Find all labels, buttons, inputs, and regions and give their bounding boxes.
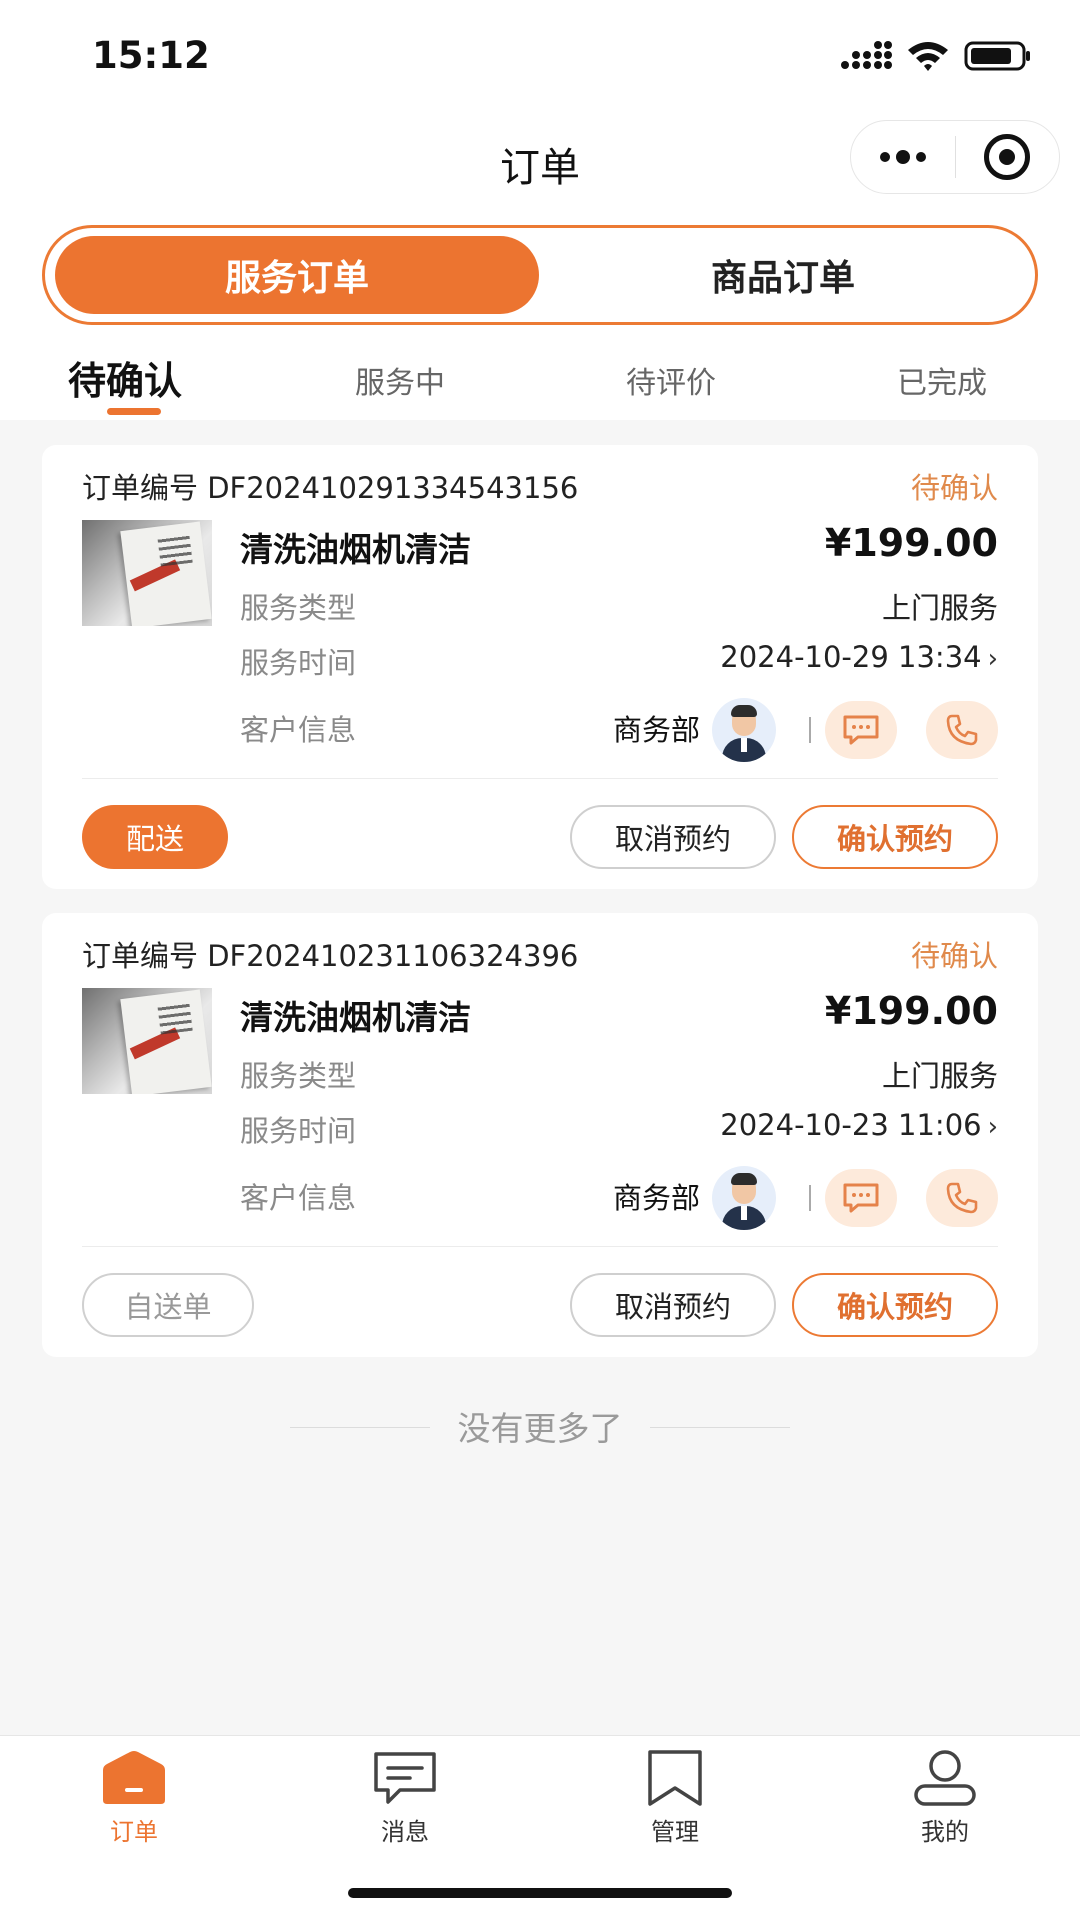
status-tabs: 待确认 服务中 待评价 已完成 (0, 350, 1080, 420)
product-orders-tab[interactable]: 商品订单 (541, 236, 1025, 314)
service-time-value: 2024-10-23 11:06 (720, 1108, 982, 1142)
confirm-booking-button[interactable]: 确认预约 (792, 805, 998, 869)
card-divider (82, 778, 998, 779)
divider-line-right (650, 1427, 790, 1428)
bookmark-icon (648, 1750, 702, 1806)
wifi-icon (908, 42, 948, 71)
order-type-switch: 服务订单 商品订单 (42, 225, 1038, 325)
tab-in-service[interactable]: 服务中 (355, 358, 445, 402)
call-button[interactable] (926, 1169, 998, 1227)
customer-info-label: 客户信息 (240, 713, 357, 747)
service-time-link[interactable]: 2024-10-23 11:06 › (720, 1108, 998, 1142)
separator (809, 717, 811, 743)
signal-icon (841, 41, 892, 69)
self-delivery-button[interactable]: 自送单 (82, 1273, 254, 1337)
cancel-booking-button[interactable]: 取消预约 (570, 805, 776, 869)
no-more-text: 没有更多了 (457, 1409, 623, 1448)
service-thumbnail (82, 988, 212, 1094)
tabbar-label-orders: 订单 (110, 1818, 158, 1846)
customer-name: 商务部 (612, 713, 700, 747)
more-button[interactable] (851, 121, 955, 193)
delivery-button[interactable]: 配送 (82, 805, 228, 869)
service-type-label: 服务类型 (240, 591, 357, 625)
tab-pending-review[interactable]: 待评价 (626, 358, 716, 402)
cancel-booking-button[interactable]: 取消预约 (570, 1273, 776, 1337)
chat-icon (843, 1183, 879, 1213)
message-icon (374, 1752, 436, 1804)
status-time: 15:12 (92, 34, 210, 77)
close-button[interactable] (956, 121, 1060, 193)
tabbar-item-messages[interactable]: 消息 (335, 1748, 475, 1847)
tabbar-item-manage[interactable]: 管理 (605, 1748, 745, 1847)
confirm-booking-button[interactable]: 确认预约 (792, 1273, 998, 1337)
order-number: 订单编号 DF20241029133454315​6 (82, 471, 579, 505)
tab-pending-confirm[interactable]: 待确认 (68, 350, 182, 405)
customer-avatar (712, 1166, 776, 1230)
status-icons (840, 36, 1032, 76)
service-type-value: 上门服务 (881, 1059, 998, 1093)
order-status: 待确认 (910, 939, 998, 973)
tabbar-label-manage: 管理 (651, 1818, 699, 1846)
card-divider (82, 1246, 998, 1247)
service-type-value: 上门服务 (881, 591, 998, 625)
order-price: ¥199.00 (824, 989, 998, 1033)
customer-name: 商务部 (612, 1181, 700, 1215)
status-bar: 15:12 (0, 0, 1080, 110)
service-name: 清洗油烟机清洁 (240, 998, 471, 1037)
tabbar-label-messages: 消息 (381, 1818, 429, 1846)
more-icon (879, 150, 926, 164)
service-thumbnail (82, 520, 212, 626)
tabbar-item-mine[interactable]: 我的 (875, 1748, 1015, 1847)
customer-info-label: 客户信息 (240, 1181, 357, 1215)
nav-bar: 订单 (0, 110, 1080, 220)
chat-button[interactable] (825, 1169, 897, 1227)
battery-icon (964, 41, 1030, 71)
phone-icon (946, 714, 978, 746)
call-button[interactable] (926, 701, 998, 759)
active-tab-indicator (107, 408, 161, 415)
service-time-value: 2024-10-29 13:34 (720, 640, 982, 674)
tab-completed[interactable]: 已完成 (897, 358, 987, 402)
home-indicator (348, 1888, 732, 1898)
service-time-label: 服务时间 (240, 1114, 357, 1148)
service-type-label: 服务类型 (240, 1059, 357, 1093)
home-icon (103, 1751, 165, 1804)
chat-button[interactable] (825, 701, 897, 759)
chat-icon (843, 715, 879, 745)
service-name: 清洗油烟机清洁 (240, 530, 471, 569)
order-status: 待确认 (910, 471, 998, 505)
order-price: ¥199.00 (824, 521, 998, 565)
target-icon (984, 134, 1031, 180)
service-orders-tab[interactable]: 服务订单 (55, 236, 539, 314)
tabbar-item-orders[interactable]: 订单 (64, 1748, 204, 1847)
chevron-right-icon: › (987, 1112, 998, 1142)
customer-avatar (712, 698, 776, 762)
chevron-right-icon: › (987, 644, 998, 674)
order-number: 订单编号 DF20241023110632439​6 (82, 939, 579, 973)
service-time-link[interactable]: 2024-10-29 13:34 › (720, 640, 998, 674)
service-time-label: 服务时间 (240, 646, 357, 680)
order-card[interactable]: 订单编号 DF20241023110632439​6 待确认 清洗油烟机清洁 ¥… (42, 913, 1038, 1357)
phone-icon (946, 1182, 978, 1214)
tabbar-label-mine: 我的 (921, 1818, 969, 1846)
separator (809, 1185, 811, 1211)
user-icon (914, 1750, 976, 1806)
order-card[interactable]: 订单编号 DF20241029133454315​6 待确认 清洗油烟机清洁 ¥… (42, 445, 1038, 889)
mini-program-capsule (850, 120, 1060, 194)
